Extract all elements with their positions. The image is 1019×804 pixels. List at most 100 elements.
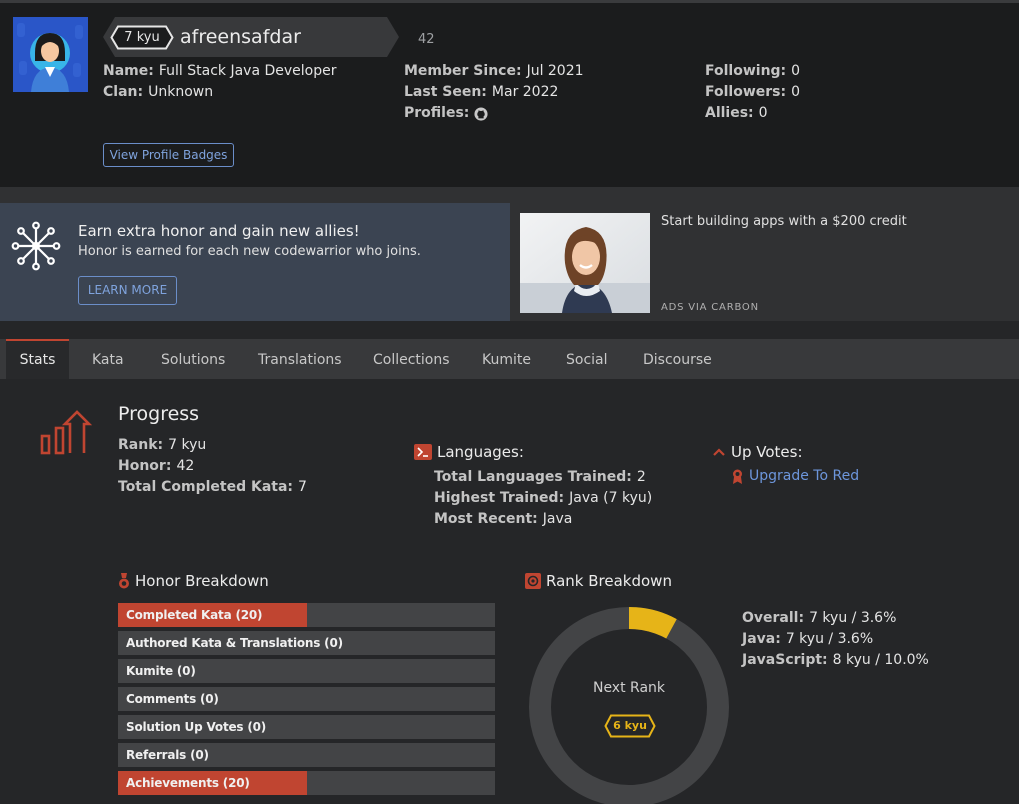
rank-badge-text: 7 kyu <box>124 30 160 45</box>
next-rank-value: 6 kyu <box>613 719 647 732</box>
honor-breakdown-row: Achievements (20) <box>118 771 495 795</box>
profile-info-col-3: Following: 0 Followers: 0 Allies: 0 <box>705 61 800 124</box>
honor-breakdown-list: Completed Kata (20) Authored Kata & Tran… <box>118 603 495 799</box>
upvotes-title: Up Votes: <box>731 443 803 461</box>
promo-subtitle: Honor is earned for each new codewarrior… <box>78 244 421 259</box>
profile-info-col-1: Name: Full Stack Java Developer Clan: Unkn… <box>103 61 336 103</box>
honor-breakdown-title: Honor Breakdown <box>135 572 269 590</box>
javascript-label: JavaScript: <box>742 652 828 668</box>
network-icon <box>11 221 61 275</box>
honor-label: Honor: <box>118 458 172 474</box>
github-icon[interactable] <box>474 106 488 121</box>
clan-value: Unknown <box>148 84 214 100</box>
section-divider <box>0 187 1019 203</box>
rank-badge: 7 kyu <box>110 25 174 50</box>
next-rank-label: Next Rank <box>592 680 666 696</box>
clan-label: Clan: <box>103 84 144 100</box>
allies-value: 0 <box>758 105 768 121</box>
honor-breakdown-row: Referrals (0) <box>118 743 495 767</box>
most-recent-value: Java <box>542 511 573 527</box>
target-icon <box>525 573 541 589</box>
upgrade-to-red-link[interactable]: Upgrade To Red <box>732 468 859 484</box>
upvotes-heading: Up Votes: <box>712 443 803 461</box>
learn-more-button[interactable]: LEARN MORE <box>78 276 177 305</box>
progress-chart-icon <box>40 410 93 460</box>
honor-bar-label: Comments (0) <box>126 692 219 706</box>
referral-promo: Earn extra honor and gain new allies! Ho… <box>0 203 510 321</box>
medal-icon <box>119 573 129 589</box>
ad-image[interactable] <box>520 213 650 313</box>
rank-breakdown-title: Rank Breakdown <box>546 572 672 590</box>
promo-title: Earn extra honor and gain new allies! <box>78 222 360 240</box>
tab-kumite[interactable]: Kumite <box>482 339 531 379</box>
tab-collections[interactable]: Collections <box>373 339 450 379</box>
javascript-value: 8 kyu / 10.0% <box>832 652 929 668</box>
languages-title: Languages: <box>437 443 524 461</box>
most-recent-stat: Most Recent: Java <box>434 509 572 530</box>
completed-label: Total Completed Kata: <box>118 479 294 495</box>
ads-via-carbon[interactable]: ADS VIA CARBON <box>661 302 759 313</box>
following-value: 0 <box>791 63 801 79</box>
rank-value: 7 kyu <box>168 437 207 453</box>
java-value: 7 kyu / 3.6% <box>785 631 874 647</box>
ribbon-icon <box>733 469 742 484</box>
overall-label: Overall: <box>742 610 805 626</box>
total-languages-value: 2 <box>636 469 646 485</box>
honor-breakdown-row: Comments (0) <box>118 687 495 711</box>
member-since-value: Jul 2021 <box>526 63 584 79</box>
languages-heading: Languages: <box>414 443 524 461</box>
progress-title: Progress <box>118 403 200 425</box>
java-rank-stat: Java: 7 kyu / 3.6% <box>742 629 873 650</box>
tab-solutions[interactable]: Solutions <box>161 339 225 379</box>
tab-translations[interactable]: Translations <box>258 339 342 379</box>
honor-bar-label: Achievements (20) <box>126 776 250 790</box>
following-label: Following: <box>705 63 787 79</box>
overall-value: 7 kyu / 3.6% <box>809 610 897 626</box>
honor-score: 42 <box>418 32 435 47</box>
honor-breakdown-row: Solution Up Votes (0) <box>118 715 495 739</box>
carbon-ad[interactable]: Start building apps with a $200 credit A… <box>510 203 1019 321</box>
rank-breakdown-heading: Rank Breakdown <box>525 572 672 590</box>
honor-bar-label: Solution Up Votes (0) <box>126 720 267 734</box>
tab-social[interactable]: Social <box>566 339 608 379</box>
view-profile-badges-button[interactable]: View Profile Badges <box>103 143 234 167</box>
allies-label: Allies: <box>705 105 754 121</box>
total-languages-label: Total Languages Trained: <box>434 469 632 485</box>
profile-info-col-2: Member Since: Jul 2021 Last Seen: Mar 2022… <box>404 61 584 124</box>
terminal-icon <box>414 444 432 460</box>
most-recent-label: Most Recent: <box>434 511 538 527</box>
highest-trained-stat: Highest Trained: Java (7 kyu) <box>434 488 652 509</box>
followers-label: Followers: <box>705 84 787 100</box>
honor-bar-label: Authored Kata & Translations (0) <box>126 636 343 650</box>
rank-progress-donut <box>529 607 729 804</box>
highest-trained-value: Java (7 kyu) <box>569 490 653 506</box>
honor-bar-label: Referrals (0) <box>126 748 209 762</box>
profiles-label: Profiles: <box>404 105 470 121</box>
profile-tabs: Stats Kata Solutions Translations Collec… <box>0 339 1019 379</box>
profile-header: 7 kyu afreensafdar 42 Name: Full Stack Ja… <box>0 3 1019 187</box>
rank-name-banner: 7 kyu afreensafdar <box>103 17 399 57</box>
tab-discourse[interactable]: Discourse <box>643 339 712 379</box>
tab-stats[interactable]: Stats <box>6 339 69 379</box>
ad-text[interactable]: Start building apps with a $200 credit <box>661 214 907 229</box>
next-rank-badge: 6 kyu <box>604 714 656 738</box>
followers-value: 0 <box>791 84 801 100</box>
honor-stat: Honor: 42 <box>118 456 194 477</box>
honor-bar-label: Kumite (0) <box>126 664 196 678</box>
tab-spacer <box>0 321 1019 339</box>
java-label: Java: <box>742 631 781 647</box>
highest-trained-label: Highest Trained: <box>434 490 565 506</box>
username: afreensafdar <box>180 26 301 48</box>
name-label: Name: <box>103 63 154 79</box>
donut-track <box>529 607 729 804</box>
honor-bar-label: Completed Kata (20) <box>126 608 263 622</box>
honor-breakdown-row: Completed Kata (20) <box>118 603 495 627</box>
honor-value: 42 <box>176 458 195 474</box>
upgrade-to-red-label[interactable]: Upgrade To Red <box>749 468 859 484</box>
rank-label: Rank: <box>118 437 164 453</box>
honor-breakdown-row: Authored Kata & Translations (0) <box>118 631 495 655</box>
overall-rank-stat: Overall: 7 kyu / 3.6% <box>742 608 896 629</box>
honor-breakdown-heading: Honor Breakdown <box>118 572 269 590</box>
tab-kata[interactable]: Kata <box>92 339 124 379</box>
avatar[interactable] <box>13 17 88 92</box>
